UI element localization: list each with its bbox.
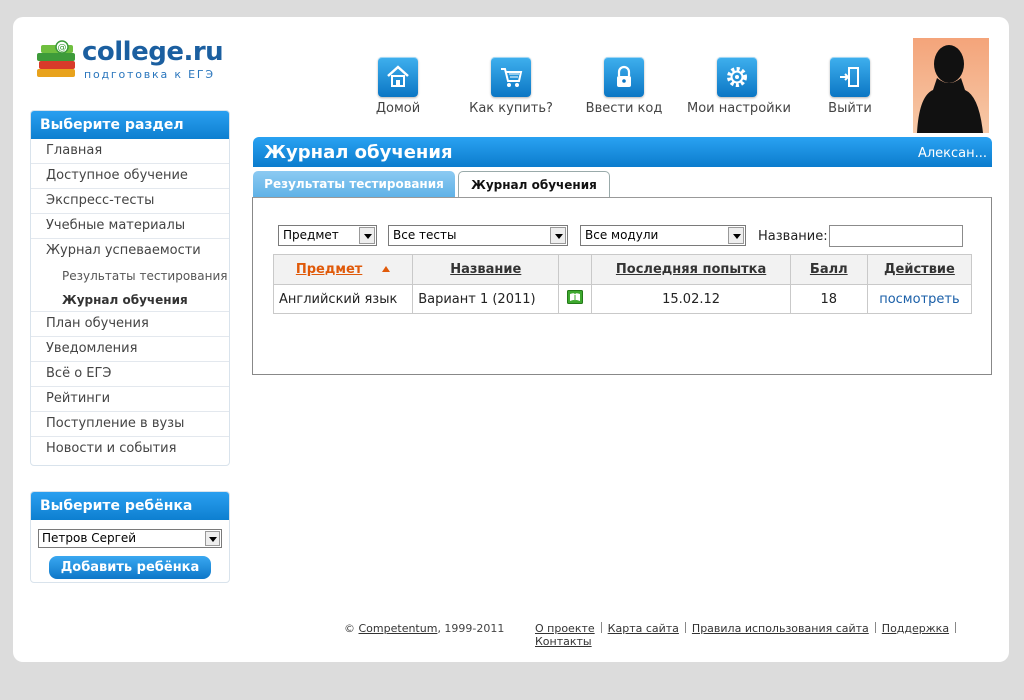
tests-filter-select[interactable]: Все тесты bbox=[388, 225, 568, 246]
brand-tagline: подготовка к ЕГЭ bbox=[84, 68, 215, 81]
sidebar-item-materials[interactable]: Учебные материалы bbox=[31, 214, 229, 239]
tab-learning-journal[interactable]: Журнал обучения bbox=[458, 171, 610, 199]
add-child-button[interactable]: Добавить ребёнка bbox=[49, 556, 211, 579]
sidebar-menu: Главная Доступное обучение Экспресс-тест… bbox=[31, 139, 229, 462]
footer-link-contacts[interactable]: Контакты bbox=[535, 635, 592, 648]
child-select-panel: Выберите ребёнка Петров Сергей Добавить … bbox=[30, 491, 230, 583]
nav-how-to-buy-label: Как купить? bbox=[469, 101, 553, 116]
cell-score: 18 bbox=[789, 284, 868, 314]
chevron-down-icon bbox=[728, 227, 744, 244]
footer-copyright: © Competentum, 1999-2011 bbox=[344, 622, 504, 635]
nav-how-to-buy[interactable]: Как купить? bbox=[461, 57, 561, 116]
table-header-row: Предмет Название Последняя попытка Балл … bbox=[272, 254, 973, 285]
svg-text:@: @ bbox=[58, 43, 67, 53]
column-subject-label: Предмет bbox=[295, 262, 363, 277]
chevron-down-icon bbox=[205, 531, 220, 546]
modules-filter-select[interactable]: Все модули bbox=[580, 225, 746, 246]
exit-door-icon bbox=[830, 57, 870, 97]
nav-enter-code[interactable]: Ввести код bbox=[574, 57, 674, 116]
gear-icon bbox=[717, 57, 757, 97]
cell-subject: Английский язык bbox=[272, 284, 414, 314]
modules-filter-value: Все модули bbox=[585, 228, 659, 242]
column-subject[interactable]: Предмет bbox=[272, 254, 414, 285]
column-score[interactable]: Балл bbox=[789, 254, 868, 285]
sidebar-item-express-tests[interactable]: Экспресс-тесты bbox=[31, 189, 229, 214]
sidebar-item-about-ege[interactable]: Всё о ЕГЭ bbox=[31, 362, 229, 387]
sidebar-subitem-test-results[interactable]: Результаты тестирования bbox=[31, 264, 229, 288]
table-row: Английский язык Вариант 1 (2011) 15.02.1… bbox=[272, 284, 973, 314]
child-panel-title: Выберите ребёнка bbox=[31, 492, 229, 520]
subject-filter-value: Предмет bbox=[283, 228, 339, 242]
footer-link-competentum[interactable]: Competentum bbox=[359, 622, 438, 635]
page-container: @ college.ru подготовка к ЕГЭ Домой Как … bbox=[13, 17, 1009, 662]
column-last-attempt[interactable]: Последняя попытка bbox=[591, 254, 791, 285]
footer-link-rules[interactable]: Правила использования сайта bbox=[692, 622, 869, 635]
main-header-bar: Журнал обучения Алексан... bbox=[253, 137, 992, 167]
sort-ascending-icon bbox=[382, 266, 391, 272]
page-title: Журнал обучения bbox=[264, 142, 453, 163]
cell-icon bbox=[558, 284, 593, 314]
journal-content: Предмет Все тесты Все модули Название: П… bbox=[252, 197, 992, 375]
chevron-down-icon bbox=[359, 227, 375, 244]
user-name[interactable]: Алексан... bbox=[918, 146, 987, 161]
nav-settings-label: Мои настройки bbox=[687, 101, 791, 116]
cell-name: Вариант 1 (2011) bbox=[412, 284, 560, 314]
footer-link-support[interactable]: Поддержка bbox=[882, 622, 949, 635]
view-link[interactable]: посмотреть bbox=[879, 292, 959, 307]
lock-icon bbox=[604, 57, 644, 97]
footer-divider bbox=[600, 622, 602, 633]
nav-logout[interactable]: Выйти bbox=[800, 57, 900, 116]
child-dropdown[interactable]: Петров Сергей bbox=[38, 529, 222, 548]
sidebar-item-admission[interactable]: Поступление в вузы bbox=[31, 412, 229, 437]
book-icon[interactable] bbox=[567, 290, 584, 304]
nav-enter-code-label: Ввести код bbox=[585, 101, 663, 116]
footer-divider bbox=[955, 622, 957, 633]
journal-table: Предмет Название Последняя попытка Балл … bbox=[272, 254, 973, 314]
tab-test-results[interactable]: Результаты тестирования bbox=[253, 171, 455, 198]
footer-link-about[interactable]: О проекте bbox=[535, 622, 595, 635]
footer-divider bbox=[684, 622, 686, 633]
sidebar-item-study-plan[interactable]: План обучения bbox=[31, 312, 229, 337]
sidebar-item-news[interactable]: Новости и события bbox=[31, 437, 229, 462]
cell-last-attempt: 15.02.12 bbox=[591, 284, 791, 314]
books-logo-icon: @ bbox=[37, 40, 75, 77]
brand-name: college.ru bbox=[82, 37, 224, 67]
column-icon bbox=[558, 254, 593, 285]
column-name[interactable]: Название bbox=[412, 254, 560, 285]
cell-action: посмотреть bbox=[866, 284, 973, 314]
sidebar-sections-title: Выберите раздел bbox=[31, 111, 229, 139]
sidebar-item-ratings[interactable]: Рейтинги bbox=[31, 387, 229, 412]
sidebar-item-notifications[interactable]: Уведомления bbox=[31, 337, 229, 362]
sidebar-sections-panel: Выберите раздел Главная Доступное обучен… bbox=[30, 110, 230, 466]
footer-links: О проекте Карта сайта Правила использовани… bbox=[535, 622, 1009, 648]
nav-home-label: Домой bbox=[375, 101, 421, 116]
cart-icon bbox=[491, 57, 531, 97]
column-action[interactable]: Действие bbox=[866, 254, 973, 285]
name-filter-input[interactable] bbox=[829, 225, 963, 247]
home-icon bbox=[378, 57, 418, 97]
tests-filter-value: Все тесты bbox=[393, 228, 457, 242]
subject-filter-select[interactable]: Предмет bbox=[278, 225, 377, 246]
nav-settings[interactable]: Мои настройки bbox=[687, 57, 791, 116]
child-dropdown-value: Петров Сергей bbox=[42, 531, 137, 545]
user-silhouette-icon bbox=[917, 45, 983, 133]
site-logo[interactable]: @ college.ru подготовка к ЕГЭ bbox=[35, 37, 235, 87]
copyright-years: , 1999-2011 bbox=[437, 622, 505, 635]
sidebar-item-available-learning[interactable]: Доступное обучение bbox=[31, 164, 229, 189]
nav-logout-label: Выйти bbox=[828, 101, 872, 116]
sidebar-item-main[interactable]: Главная bbox=[31, 139, 229, 164]
nav-home[interactable]: Домой bbox=[348, 57, 448, 116]
sidebar-item-progress-journal[interactable]: Журнал успеваемости bbox=[31, 239, 229, 264]
sidebar-subitem-learning-journal[interactable]: Журнал обучения bbox=[31, 288, 229, 312]
user-avatar[interactable] bbox=[913, 38, 989, 133]
footer-link-sitemap[interactable]: Карта сайта bbox=[608, 622, 679, 635]
copyright-symbol: © bbox=[344, 622, 355, 635]
footer-divider bbox=[874, 622, 876, 633]
chevron-down-icon bbox=[550, 227, 566, 244]
name-filter-label: Название: bbox=[758, 229, 828, 244]
